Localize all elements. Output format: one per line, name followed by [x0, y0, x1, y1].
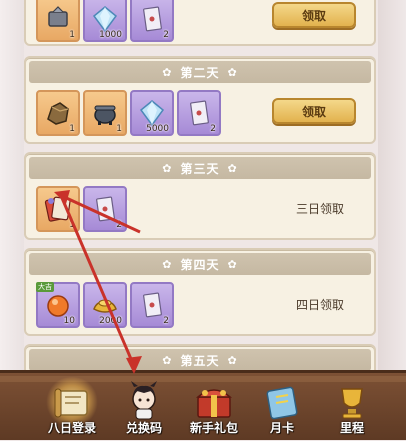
reward-item[interactable]: 2 [83, 186, 127, 232]
item-quantity: 2000 [99, 316, 122, 326]
nav-tab-newbie-gift[interactable]: 新手礼包 [182, 381, 246, 441]
unlock-day-4-text: 四日领取 [295, 298, 344, 312]
nav-tab-redeem-code[interactable]: 兑换码 [112, 381, 176, 441]
claim-button-day-1[interactable]: 领取 [272, 2, 356, 28]
login-rewards-list[interactable]: 1 1000 2 领取 ✿ 第二天 ✿ 1 1 5000 2 领取 ✿ 第三天 … [24, 0, 378, 370]
character-icon [131, 381, 157, 420]
unlock-day-3-text: 三日领取 [295, 202, 344, 216]
reward-item[interactable]: 2 [130, 282, 174, 328]
reward-item[interactable]: 2 [177, 90, 221, 136]
nav-label: 兑换码 [125, 421, 162, 435]
day-header: ✿ 第四天 ✿ [29, 253, 371, 275]
flower-icon: ✿ [162, 65, 173, 79]
flower-icon: ✿ [162, 257, 173, 271]
reward-item[interactable]: 大吉 10 [36, 282, 80, 328]
nav-tab-milestone[interactable]: 里程 [320, 381, 384, 441]
day-card-1: 1 1000 2 领取 [24, 0, 376, 46]
day-title: 第四天 [180, 257, 220, 272]
flower-icon: ✿ [227, 65, 238, 79]
day-card-4: ✿ 第四天 ✿ 大吉 10 2000 2 四日领取 [24, 248, 376, 336]
nav-tab-month-card[interactable]: 月卡 [250, 381, 314, 441]
nav-label: 八日登录 [47, 421, 96, 435]
flower-icon: ✿ [162, 353, 173, 367]
flower-icon: ✿ [227, 161, 238, 175]
day-title: 第三天 [180, 161, 220, 176]
day-title: 第二天 [180, 65, 220, 80]
reward-item[interactable]: 2000 [83, 282, 127, 328]
item-quantity: 10 [63, 316, 75, 326]
trophy-icon [341, 388, 363, 419]
item-quantity: 2 [116, 220, 122, 230]
nav-label: 新手礼包 [189, 421, 238, 435]
day-header: ✿ 第三天 ✿ [29, 157, 371, 179]
item-quantity: 2 [163, 316, 169, 326]
flower-icon: ✿ [227, 353, 238, 367]
reward-items: 1 1000 2 [36, 0, 174, 42]
day-card-2: ✿ 第二天 ✿ 1 1 5000 2 领取 [24, 56, 376, 144]
reward-item[interactable]: 2 [130, 0, 174, 42]
reward-items: 1 1 5000 2 [36, 90, 221, 136]
item-quantity: 1 [69, 124, 75, 134]
day-card-5: ✿ 第五天 ✿ [24, 344, 376, 370]
reward-item[interactable]: 1 [36, 186, 80, 232]
flower-icon: ✿ [227, 257, 238, 271]
reward-item[interactable]: 5000 [130, 90, 174, 136]
bottom-nav-bar: 八日登录 兑换码 新手礼包 月卡 里程 [0, 370, 406, 440]
item-quantity: 1000 [99, 30, 122, 40]
item-quantity: 1 [69, 30, 75, 40]
day-title: 第五天 [180, 353, 220, 368]
nav-label: 月卡 [269, 421, 294, 435]
item-quantity: 2 [210, 124, 216, 134]
reward-item[interactable]: 1 [36, 0, 80, 42]
item-quantity: 5000 [146, 124, 169, 134]
item-quantity: 2 [163, 30, 169, 40]
nav-label: 里程 [339, 421, 364, 435]
reward-item[interactable]: 1000 [83, 0, 127, 42]
gift-chest-icon [196, 389, 232, 418]
reward-items: 1 2 [36, 186, 127, 232]
reward-items: 大吉 10 2000 2 [36, 282, 174, 328]
item-quantity: 1 [116, 124, 122, 134]
reward-item[interactable]: 1 [36, 90, 80, 136]
item-badge: 大吉 [36, 282, 54, 292]
item-quantity: 1 [69, 220, 75, 230]
day-header: ✿ 第五天 ✿ [29, 349, 371, 370]
claim-button-day-2[interactable]: 领取 [272, 98, 356, 124]
flower-icon: ✿ [162, 161, 173, 175]
month-card-icon [266, 386, 298, 420]
scroll-icon [54, 388, 88, 418]
nav-tab-eight-day-login[interactable]: 八日登录 [40, 377, 104, 441]
reward-item[interactable]: 1 [83, 90, 127, 136]
day-header: ✿ 第二天 ✿ [29, 61, 371, 83]
day-card-3: ✿ 第三天 ✿ 1 2 三日领取 [24, 152, 376, 240]
